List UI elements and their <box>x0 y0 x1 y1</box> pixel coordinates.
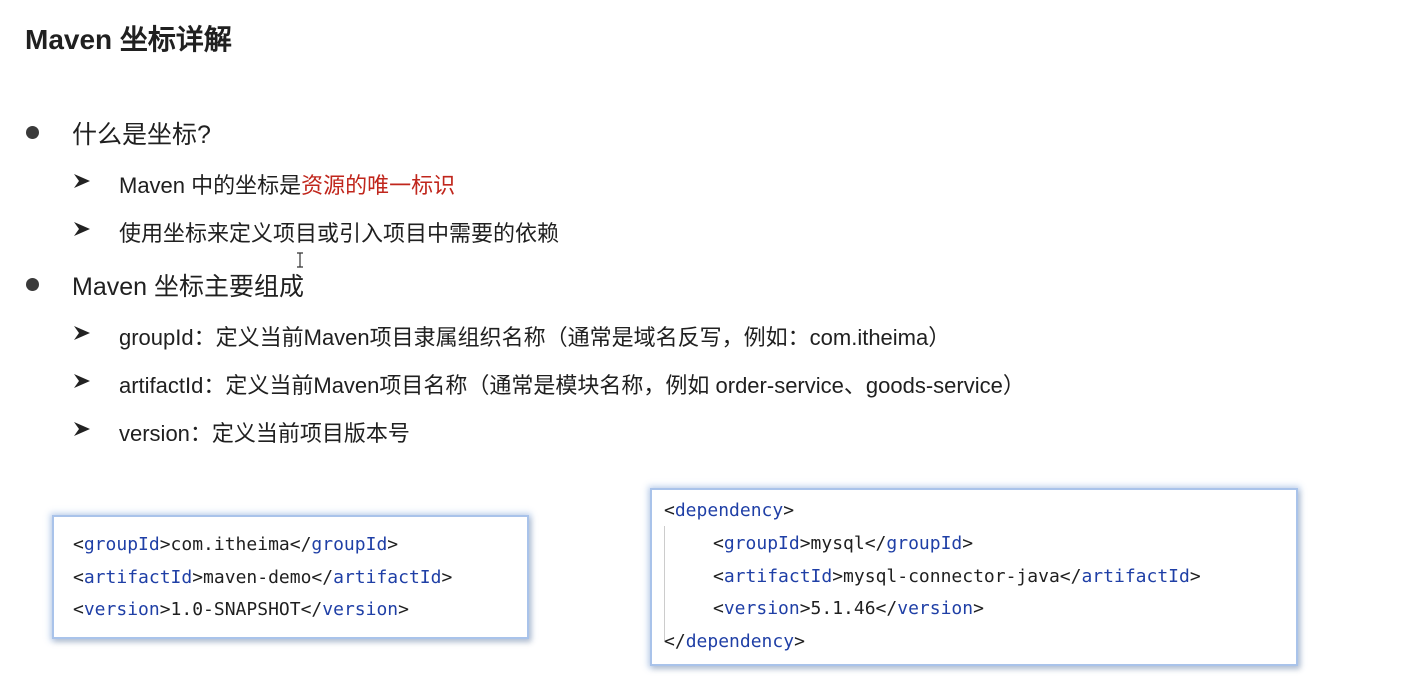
bullet-dot-icon <box>26 126 39 139</box>
list-item-text: Maven 中的坐标是资源的唯一标识 <box>119 173 456 198</box>
code-line: <artifactId>mysql-connector-java</artifa… <box>713 566 1201 587</box>
code-line: <version>1.0-SNAPSHOT</version> <box>73 599 409 620</box>
code-line: </dependency> <box>664 631 805 652</box>
code-line: <artifactId>maven-demo</artifactId> <box>73 567 453 588</box>
bullet-dot-icon <box>26 278 39 291</box>
list-item-text: artifactId：定义当前Maven项目名称（通常是模块名称，例如 orde… <box>119 373 1025 398</box>
arrowhead-bullet-icon <box>74 422 90 436</box>
code-snippet-dependency: <dependency> <groupId>mysql</groupId> <a… <box>650 488 1298 666</box>
section-heading: 什么是坐标? <box>72 121 211 149</box>
code-line: <dependency> <box>664 500 795 521</box>
arrowhead-bullet-icon <box>74 374 90 388</box>
list-item-text: 使用坐标来定义项目或引入项目中需要的依赖 <box>119 221 560 246</box>
code-line: <groupId>mysql</groupId> <box>713 533 974 554</box>
code-line: <groupId>com.itheima</groupId> <box>73 534 399 555</box>
highlighted-text: 资源的唯一标识 <box>301 173 456 198</box>
list-item-text: groupId：定义当前Maven项目隶属组织名称（通常是域名反写，例如：com… <box>119 325 951 350</box>
text-cursor-icon <box>297 252 303 268</box>
arrowhead-bullet-icon <box>74 326 90 340</box>
arrowhead-bullet-icon <box>74 174 90 188</box>
arrowhead-bullet-icon <box>74 222 90 236</box>
code-line: <version>5.1.46</version> <box>713 598 984 619</box>
indent-guide <box>664 526 665 642</box>
code-snippet-project-coordinates: <groupId>com.itheima</groupId> <artifact… <box>52 515 529 639</box>
list-item-text: version：定义当前项目版本号 <box>119 421 410 446</box>
section-heading: Maven 坐标主要组成 <box>72 273 304 301</box>
page-title: Maven 坐标详解 <box>25 24 232 55</box>
